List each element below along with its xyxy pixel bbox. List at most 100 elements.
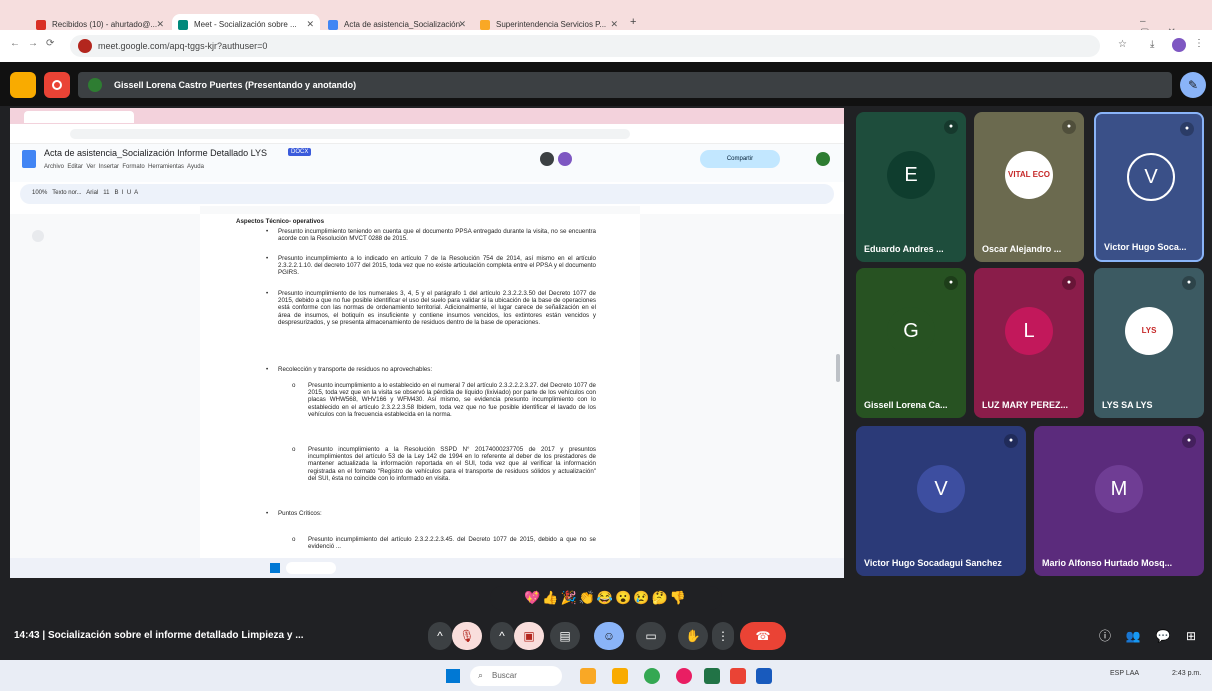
participant-tile[interactable]: G Gissell Lorena Ca... ● [856,268,966,418]
more-options-icon[interactable]: ⋮ [712,622,734,650]
participant-avatar: G [887,307,935,355]
word-icon[interactable] [756,668,772,684]
mic-off-icon[interactable]: 🎙 [452,622,482,650]
participant-tile[interactable]: E Eduardo Andres ... ● [856,112,966,262]
activities-icon[interactable]: ⊞ [1176,622,1206,650]
close-icon[interactable]: ✕ [610,19,618,30]
clock[interactable]: 2:43 p.m. [1172,670,1201,677]
profile-avatar[interactable] [1172,38,1186,52]
app-icon[interactable] [730,668,746,684]
paragraph: Presunto incumplimiento teniendo en cuen… [278,228,596,243]
present-screen-icon[interactable]: ▭ [636,622,666,650]
info-icon[interactable]: ⓘ [1090,622,1120,650]
record-icon[interactable] [44,72,70,98]
download-icon[interactable]: ⤓ [1150,39,1154,50]
shared-screen-taskbar [10,558,844,578]
close-icon[interactable]: ✕ [156,19,164,30]
taskbar-search[interactable]: ⌕ Buscar [470,666,562,686]
participant-tile[interactable]: VITAL ECO Oscar Alejandro ... ● [974,112,1084,262]
participant-tile[interactable]: M Mario Alfonso Hurtado Mosq... ● [1034,426,1204,576]
mic-muted-icon: ● [1182,434,1196,448]
doc-toolbar[interactable]: 100% Texto nor... Arial 11 B I U A [20,184,834,204]
participant-name: Mario Alfonso Hurtado Mosq... [1042,558,1173,568]
participant-avatar: VITAL ECO [1005,151,1053,199]
sub-paragraph: Presunto incumplimiento a la Resolución … [308,446,596,482]
participant-tile[interactable]: LYS LYS SA LYS ● [1094,268,1204,418]
gmail-icon [36,20,46,30]
mic-options-button[interactable]: ^ [428,622,452,650]
windows-start-icon[interactable] [446,669,460,683]
nav-buttons[interactable]: ←→⟳ [10,38,62,49]
meet-icon [178,20,188,30]
paragraph: Recolección y transporte de residuos no … [278,366,433,373]
reaction-bar[interactable]: 💖👍🎉👏😂😮😢🤔👎 [490,586,722,610]
mic-muted-icon: ● [1182,276,1196,290]
captions-icon[interactable]: ▤ [550,622,580,650]
star-icon[interactable]: ☆ [1118,39,1127,50]
doc-user-avatar[interactable] [816,152,830,166]
app-icon[interactable] [676,668,692,684]
language-indicator[interactable]: ESP LAA [1110,670,1139,677]
doc-page: Aspectos Técnico- operativos • Presunto … [200,214,640,558]
doc-menu-bar[interactable]: Archivo Editar Ver Insertar Formato Herr… [44,164,204,170]
sub-paragraph: Presunto incumplimiento del artículo 2.3… [308,536,596,551]
url-field[interactable]: meet.google.com/apq-tggs-kjr?authuser=0 [70,35,1100,57]
participant-avatar: M [1095,465,1143,513]
docs-icon [328,20,338,30]
search-icon: ⌕ [478,670,484,680]
excel-icon[interactable] [704,668,720,684]
camera-off-icon[interactable]: ▣ [514,622,544,650]
meeting-info: 14:43 | Socialización sobre el informe d… [14,630,304,641]
meeting-time: 14:43 [14,630,40,641]
chrome-icon[interactable] [644,668,660,684]
doc-header: Acta de asistencia_Socialización Informe… [10,144,844,182]
folder-icon[interactable] [612,668,628,684]
meeting-title: Socialización sobre el informe detallado… [47,630,304,641]
chat-icon[interactable]: 💬 [1148,622,1178,650]
participant-name: Victor Hugo Soca... [1104,242,1187,252]
site-icon [480,20,490,30]
participant-tile[interactable]: V Victor Hugo Soca... ● [1094,112,1204,262]
camera-options-button[interactable]: ^ [490,622,514,650]
mic-muted-icon: ● [944,120,958,134]
docs-app-icon[interactable] [10,72,36,98]
participant-name: Victor Hugo Socadagui Sanchez [864,558,1002,568]
doc-browser-tabbar [10,108,844,124]
new-tab-button[interactable]: + [630,16,636,28]
site-info-icon[interactable] [78,39,92,53]
participant-avatar: L [1005,307,1053,355]
paragraph: Presunto incumplimiento de los numerales… [278,290,596,326]
participant-tile[interactable]: L LUZ MARY PEREZ... ● [974,268,1084,418]
meeting-controls-bar: 14:43 | Socialización sobre el informe d… [0,614,1212,658]
sub-paragraph: Presunto incumplimiento a lo establecido… [308,382,596,418]
people-icon[interactable]: 👥 [1118,622,1148,650]
windows-start-icon [270,563,280,573]
participant-avatar: V [917,465,965,513]
doc-title[interactable]: Acta de asistencia_Socialización Informe… [44,148,267,158]
participant-name: LYS SA LYS [1102,400,1153,410]
windows-taskbar: ⌕ Buscar ESP LAA 2:43 p.m. [0,660,1212,691]
outline-icon[interactable] [32,230,44,242]
menu-icon[interactable]: ⋮ [1194,38,1204,49]
participant-name: Oscar Alejandro ... [982,244,1062,254]
section-heading: Aspectos Técnico- operativos [236,218,325,225]
docx-badge: DOCX [288,148,312,156]
end-call-button[interactable]: ☎ [740,622,786,650]
close-icon[interactable]: ✕ [306,19,314,30]
close-icon[interactable]: ✕ [458,19,466,30]
meet-top-bar: Gissell Lorena Castro Puertes (Presentan… [0,62,1212,106]
paragraph: Presunto incumplimiento a lo indicado en… [278,255,596,277]
participant-tile[interactable]: V Victor Hugo Socadagui Sanchez ● [856,426,1026,576]
participant-avatar: V [1127,153,1175,201]
presented-screen: Acta de asistencia_Socialización Informe… [10,108,844,578]
annotate-icon[interactable]: ✎ [1180,72,1206,98]
raise-hand-icon[interactable]: ✋ [678,622,708,650]
doc-scrollbar[interactable] [836,354,840,382]
emoji-icon[interactable]: ☺ [594,622,624,650]
file-explorer-icon[interactable] [580,668,596,684]
participant-avatar: E [887,151,935,199]
participant-name: Gissell Lorena Ca... [864,400,948,410]
search-box [286,562,336,574]
paragraph: Puntos Críticos: [278,510,322,517]
share-button[interactable]: Compartir [700,150,780,168]
